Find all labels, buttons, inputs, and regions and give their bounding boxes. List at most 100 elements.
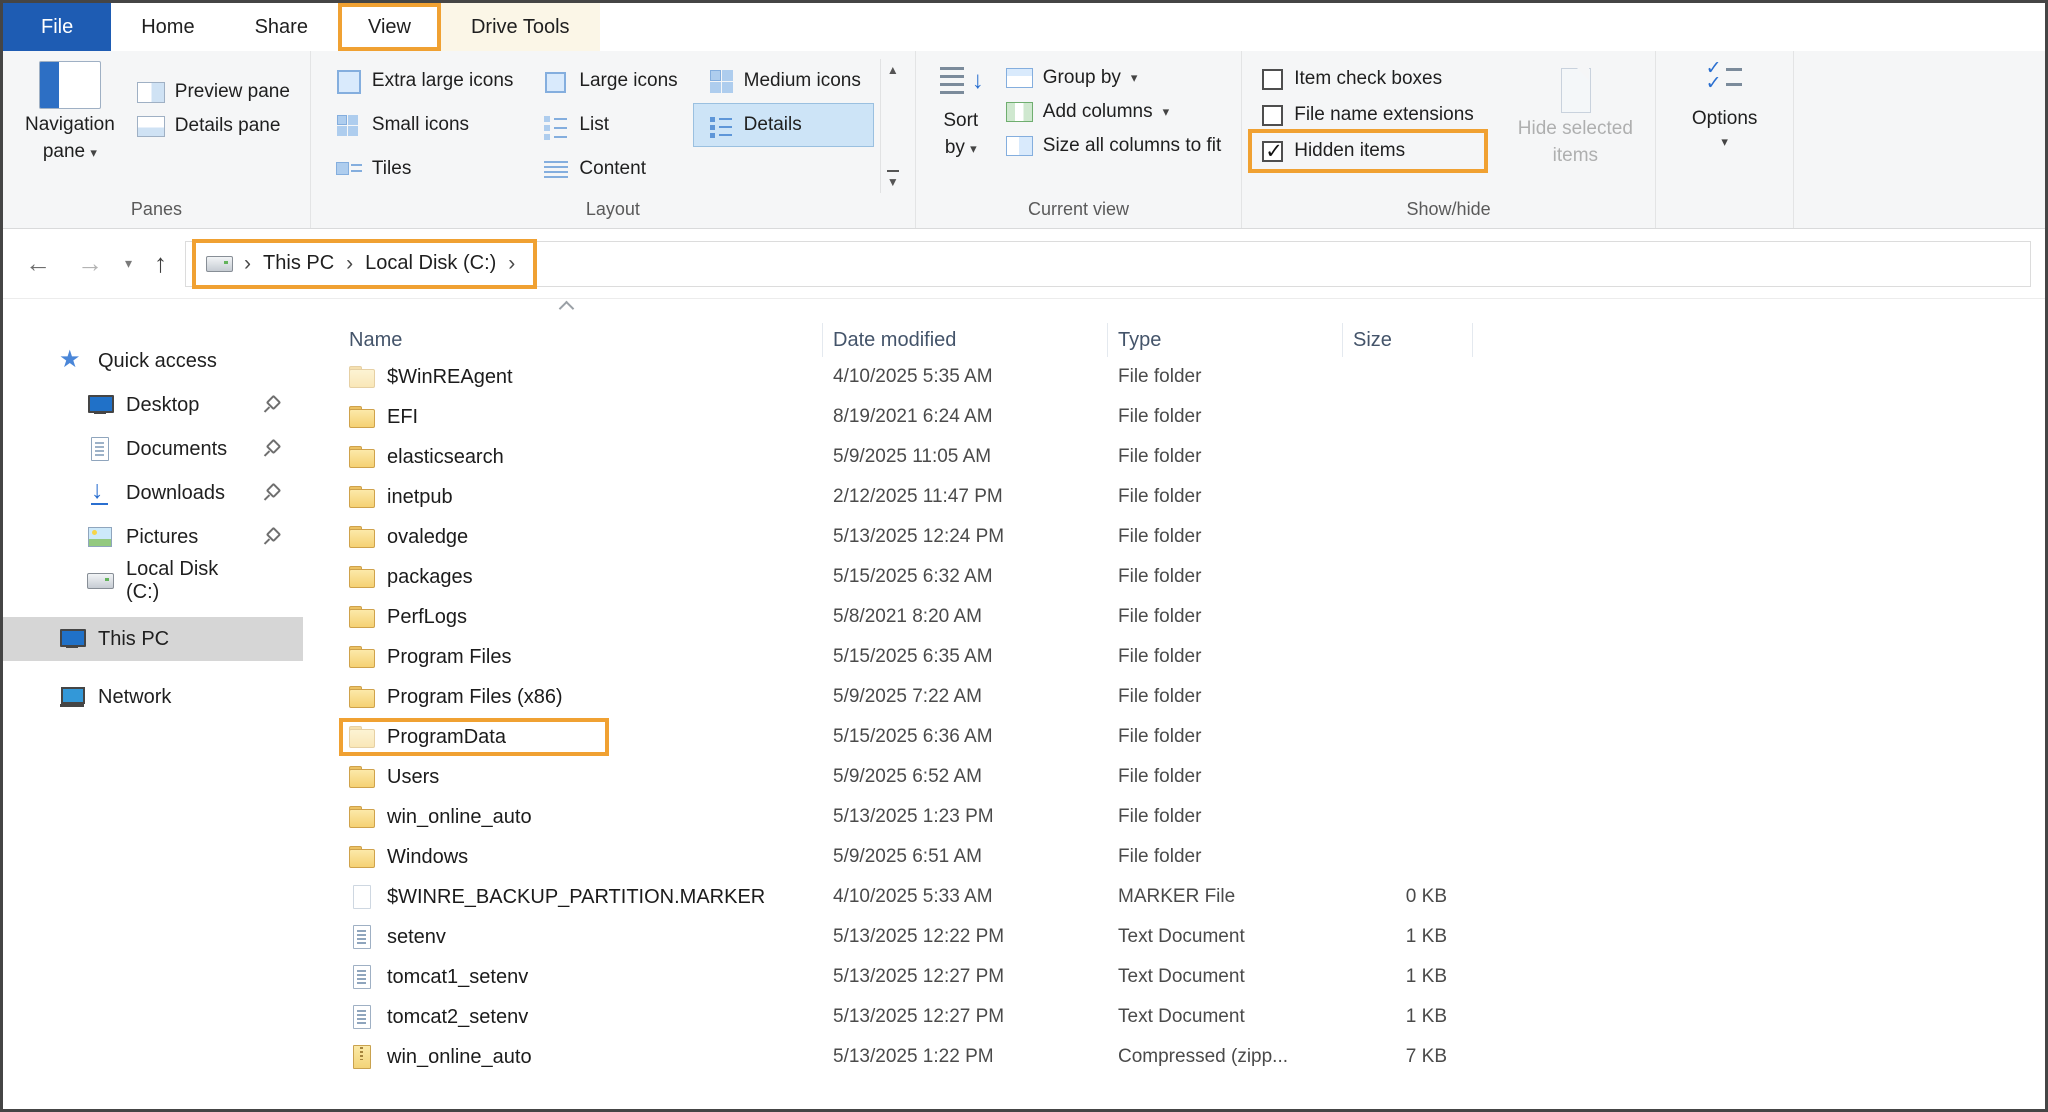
file-name-cell[interactable]: setenv [343,922,460,952]
details-pane-button[interactable]: Details pane [127,109,300,143]
file-row[interactable]: $WINRE_BACKUP_PARTITION.MARKER 4/10/2025… [303,877,2045,917]
layout-option-label: Medium icons [744,70,861,92]
navigation-pane-button[interactable]: Navigation pane ▾ [13,59,127,165]
column-header-type[interactable]: Type [1108,323,1343,357]
file-name-cell[interactable]: elasticsearch [343,442,518,472]
breadcrumb-chevron-icon[interactable]: › [508,252,515,276]
checkbox-icon[interactable] [1262,69,1283,90]
file-name-cell[interactable]: win_online_auto [343,802,546,832]
file-row[interactable]: tomcat2_setenv 5/13/2025 12:27 PM Text D… [303,997,2045,1037]
size-all-columns-button[interactable]: Size all columns to fit [996,129,1231,163]
ribbon-tab[interactable]: Drive Tools [441,3,600,51]
file-name-cell[interactable]: Program Files [343,642,525,672]
file-row[interactable]: ovaledge 5/13/2025 12:24 PM File folder [303,517,2045,557]
file-row[interactable]: Users 5/9/2025 6:52 AM File folder [303,757,2045,797]
file-name-cell[interactable]: inetpub [343,482,467,512]
layout-option-icon [334,67,364,95]
sidebar-item[interactable]: Documents [3,427,303,471]
file-name-cell[interactable]: win_online_auto [343,1042,546,1072]
file-name-cell[interactable]: Windows [343,842,482,872]
column-header-size[interactable]: Size [1343,323,1473,357]
hide-selected-items-button[interactable]: Hide selected items [1506,65,1645,169]
sidebar-item[interactable]: Pictures [3,515,303,559]
file-row[interactable]: win_online_auto 5/13/2025 1:23 PM File f… [303,797,2045,837]
up-icon[interactable]: ↑ [146,248,175,279]
file-name-cell[interactable]: packages [343,562,487,592]
layout-option[interactable]: Large icons [528,59,690,103]
preview-pane-button[interactable]: Preview pane [127,75,300,109]
layout-option[interactable]: List [528,103,690,147]
sidebar-item[interactable]: Local Disk (C:) [3,559,303,603]
file-name-cell[interactable]: PerfLogs [343,602,481,632]
file-row[interactable]: Program Files (x86) 5/9/2025 7:22 AM Fil… [303,677,2045,717]
layout-option-icon [706,111,736,139]
sort-by-button[interactable]: Sort by ▾ [926,59,996,161]
file-row[interactable]: ProgramData 5/15/2025 6:36 AM File folde… [303,717,2045,757]
file-name-cell[interactable]: $WINRE_BACKUP_PARTITION.MARKER [343,882,779,912]
file-name: Windows [387,846,468,869]
recent-locations-icon[interactable]: ▾ [121,255,136,272]
file-name: packages [387,566,473,589]
layout-option[interactable]: Details [693,103,874,147]
show-hide-group-label: Show/hide [1242,197,1655,228]
sidebar-item[interactable]: Downloads [3,471,303,515]
sort-ascending-caret-icon [559,301,575,317]
file-name-cell[interactable]: Program Files (x86) [343,682,577,712]
sidebar-item[interactable]: Quick access [3,339,303,383]
gallery-scroll-up-icon[interactable]: ▲ [887,63,899,77]
back-icon[interactable]: ← [17,248,59,279]
file-row[interactable]: tomcat1_setenv 5/13/2025 12:27 PM Text D… [303,957,2045,997]
gallery-more-icon[interactable]: ▼ [887,170,899,189]
file-row[interactable]: packages 5/15/2025 6:32 AM File folder [303,557,2045,597]
file-name-cell[interactable]: EFI [343,402,432,432]
ribbon-tab[interactable]: View [338,3,441,51]
file-row[interactable]: EFI 8/19/2021 6:24 AM File folder [303,397,2045,437]
column-header-name[interactable]: Name [303,323,823,357]
file-row[interactable]: elasticsearch 5/9/2025 11:05 AM File fol… [303,437,2045,477]
show-hide-checkbox-row[interactable]: Hidden items [1252,133,1484,169]
ribbon-tab[interactable]: Home [111,3,224,51]
file-name-cell[interactable]: $WinREAgent [343,362,527,392]
file-row[interactable]: PerfLogs 5/8/2021 8:20 AM File folder [303,597,2045,637]
file-row[interactable]: setenv 5/13/2025 12:22 PM Text Document … [303,917,2045,957]
file-row[interactable]: Program Files 5/15/2025 6:35 AM File fol… [303,637,2045,677]
file-name-cell[interactable]: ovaledge [343,522,482,552]
checkbox-icon[interactable] [1262,105,1283,126]
layout-option-icon [334,111,364,139]
file-name-cell[interactable]: Users [343,762,453,792]
address-field[interactable]: › This PC › Local Disk (C:) › [185,241,2031,287]
layout-option[interactable]: Medium icons [693,59,874,103]
sidebar-item[interactable]: Desktop [3,383,303,427]
file-name-cell[interactable]: ProgramData [343,722,605,752]
forward-icon[interactable]: → [69,248,111,279]
sidebar-item[interactable]: Network [3,675,303,719]
file-type: Compressed (zipp... [1108,1046,1343,1068]
layout-option[interactable]: Tiles [321,147,527,191]
file-row[interactable]: win_online_auto 5/13/2025 1:22 PM Compre… [303,1037,2045,1077]
file-name-cell[interactable]: tomcat2_setenv [343,1002,542,1032]
sidebar-item[interactable]: This PC [3,617,303,661]
sidebar-item-icon [59,349,85,373]
layout-option[interactable]: Extra large icons [321,59,527,103]
checkbox-label: File name extensions [1294,104,1474,126]
show-hide-checkbox-row[interactable]: Item check boxes [1252,61,1484,97]
file-row[interactable]: Windows 5/9/2025 6:51 AM File folder [303,837,2045,877]
file-row[interactable]: $WinREAgent 4/10/2025 5:35 AM File folde… [303,357,2045,397]
breadcrumb-chevron-icon[interactable]: › [244,252,251,276]
layout-option[interactable]: Small icons [321,103,527,147]
add-columns-button[interactable]: Add columns ▾ [996,95,1231,129]
breadcrumb-chevron-icon[interactable]: › [346,252,353,276]
checkbox-icon[interactable] [1262,141,1283,162]
file-row[interactable]: inetpub 2/12/2025 11:47 PM File folder [303,477,2045,517]
breadcrumb-item[interactable]: This PC › [263,252,353,276]
options-button[interactable]: Options ▾ [1680,59,1769,152]
group-by-button[interactable]: Group by ▾ [996,61,1231,95]
show-hide-checkbox-row[interactable]: File name extensions [1252,97,1484,133]
layout-option[interactable]: Content [528,147,690,191]
file-name-cell[interactable]: tomcat1_setenv [343,962,542,992]
file-name: win_online_auto [387,1046,532,1069]
column-header-date-modified[interactable]: Date modified [823,323,1108,357]
ribbon-tab[interactable]: Share [225,3,338,51]
ribbon-tab[interactable]: File [3,3,111,51]
breadcrumb-item[interactable]: Local Disk (C:) › [365,252,515,276]
